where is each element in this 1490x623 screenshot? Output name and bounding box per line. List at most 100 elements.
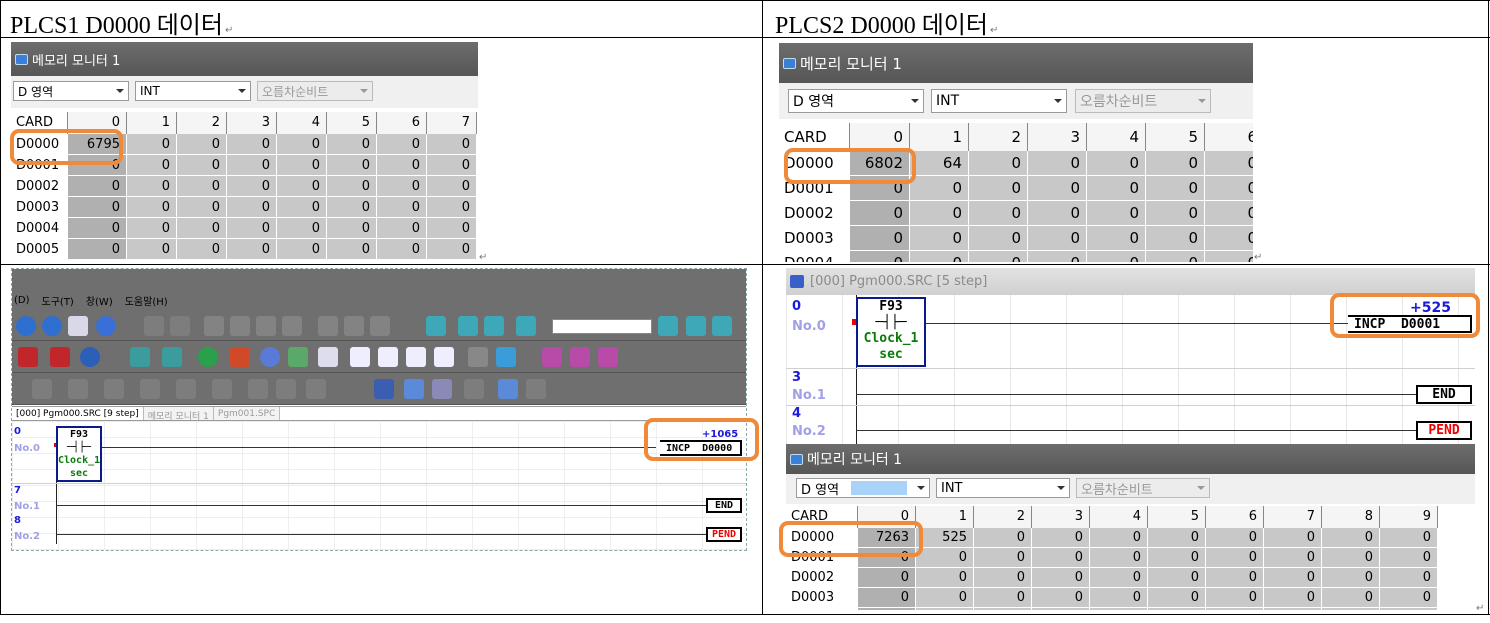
- memory-cell[interactable]: 0: [1087, 226, 1146, 251]
- area-select[interactable]: D 영역: [788, 89, 924, 113]
- ladder-tool-icon[interactable]: [104, 379, 124, 399]
- memory-cell[interactable]: 0: [1205, 226, 1253, 251]
- close-windows-icon[interactable]: [598, 347, 618, 367]
- memory-cell[interactable]: 0: [1264, 588, 1322, 608]
- memory-cell[interactable]: 0: [177, 197, 227, 218]
- memory-cell[interactable]: 0: [427, 239, 477, 260]
- memory-cell[interactable]: 0: [1090, 608, 1148, 610]
- menu-item-help[interactable]: 도움말(H): [125, 293, 168, 308]
- memory-cell[interactable]: 0: [227, 218, 277, 239]
- memory-cell[interactable]: 0: [127, 134, 177, 155]
- memory-cell[interactable]: 0: [1028, 251, 1087, 262]
- all-icon[interactable]: [516, 316, 536, 336]
- memory-cell[interactable]: 0: [377, 134, 427, 155]
- memory-cell[interactable]: 0: [1380, 568, 1438, 588]
- memory-cell[interactable]: 0: [974, 548, 1032, 568]
- memory-cell[interactable]: 0: [227, 176, 277, 197]
- menu-item-tools[interactable]: 도구(T): [42, 293, 74, 308]
- memory-cell[interactable]: 525: [916, 528, 974, 548]
- order-select[interactable]: 오름차순비트: [1076, 478, 1210, 498]
- memory-cell[interactable]: 0: [910, 201, 969, 226]
- memory-cell[interactable]: 0: [277, 197, 327, 218]
- memory-cell[interactable]: 0: [969, 226, 1028, 251]
- memory-cell[interactable]: 0: [1264, 608, 1322, 610]
- memory-cell[interactable]: 0: [377, 218, 427, 239]
- memory-cell[interactable]: 0: [1206, 528, 1264, 548]
- memory-cell[interactable]: 0: [68, 239, 127, 260]
- memory-cell[interactable]: 0: [427, 134, 477, 155]
- redo-icon[interactable]: [170, 316, 190, 336]
- memory-cell[interactable]: 0: [277, 134, 327, 155]
- end-instruction[interactable]: END: [706, 498, 742, 513]
- memory-cell[interactable]: 0: [177, 176, 227, 197]
- memory-cell[interactable]: 0: [127, 197, 177, 218]
- tab-memory-monitor[interactable]: 메모리 모니터 1: [143, 407, 214, 422]
- memory-cell[interactable]: 0: [916, 608, 974, 610]
- memory-cell[interactable]: 0: [910, 176, 969, 201]
- ladder-tool-icon[interactable]: [68, 379, 88, 399]
- memory-cell[interactable]: 0: [974, 608, 1032, 610]
- memory-cell[interactable]: 0: [1087, 176, 1146, 201]
- cut-icon[interactable]: [204, 316, 224, 336]
- breakpoint-icon[interactable]: [498, 379, 518, 399]
- memory-cell[interactable]: 0: [1322, 608, 1380, 610]
- print-icon[interactable]: [68, 316, 88, 336]
- monitor-icon[interactable]: [658, 316, 678, 336]
- memory-cell[interactable]: 0: [68, 176, 127, 197]
- memory-cell[interactable]: 0: [427, 218, 477, 239]
- end-instruction[interactable]: END: [1416, 385, 1472, 404]
- back-icon[interactable]: [16, 316, 36, 336]
- memory-cell[interactable]: 0: [427, 197, 477, 218]
- document-icon[interactable]: [350, 347, 370, 367]
- globe-icon[interactable]: [80, 347, 100, 367]
- memory-cell[interactable]: 0: [227, 197, 277, 218]
- memory-cell[interactable]: 0: [327, 197, 377, 218]
- memory-cell[interactable]: 0: [1146, 226, 1205, 251]
- ladder-tool-icon[interactable]: [140, 379, 160, 399]
- memory-cell[interactable]: 0: [1090, 588, 1148, 608]
- shuffle-icon[interactable]: [198, 347, 218, 367]
- memory-cell[interactable]: 0: [1322, 568, 1380, 588]
- memory-cell[interactable]: 0: [916, 548, 974, 568]
- memory-cell[interactable]: 0: [1205, 251, 1253, 262]
- memory-cell[interactable]: 0: [1206, 568, 1264, 588]
- memory-cell[interactable]: 0: [1264, 548, 1322, 568]
- memory-cell[interactable]: 0: [327, 239, 377, 260]
- memory-cell[interactable]: 0: [850, 201, 910, 226]
- memory-cell[interactable]: 0: [916, 568, 974, 588]
- memory-cell[interactable]: 0: [916, 588, 974, 608]
- ladder-tool-icon[interactable]: [248, 379, 268, 399]
- memory-cell[interactable]: 0: [1028, 151, 1087, 176]
- stop-icon[interactable]: [230, 347, 250, 367]
- memory-cell[interactable]: 0: [1380, 548, 1438, 568]
- read-plc-icon[interactable]: [458, 316, 478, 336]
- transfer-icon[interactable]: [130, 347, 150, 367]
- ladder-tool-icon[interactable]: [306, 379, 326, 399]
- write-plc-icon[interactable]: [484, 316, 504, 336]
- memory-cell[interactable]: 0: [1322, 528, 1380, 548]
- memory-cell[interactable]: 0: [969, 151, 1028, 176]
- memory-cell[interactable]: 0: [277, 218, 327, 239]
- memory-cell[interactable]: 0: [1148, 548, 1206, 568]
- memory-cell[interactable]: 0: [1264, 528, 1322, 548]
- memory-cell[interactable]: 0: [1090, 568, 1148, 588]
- tab-pgm000[interactable]: [000] Pgm000.SRC [9 step]: [12, 407, 144, 420]
- memory-cell[interactable]: 0: [177, 218, 227, 239]
- memory-cell[interactable]: 0: [1028, 226, 1087, 251]
- edit-icon[interactable]: [282, 316, 302, 336]
- memory-cell[interactable]: 0: [974, 588, 1032, 608]
- undo-icon[interactable]: [144, 316, 164, 336]
- memory-cell[interactable]: 0: [1032, 528, 1090, 548]
- memory-cell[interactable]: 0: [1032, 588, 1090, 608]
- monitor-run-icon[interactable]: [686, 316, 706, 336]
- memory-cell[interactable]: 0: [1146, 151, 1205, 176]
- memory-cell[interactable]: 0: [1380, 528, 1438, 548]
- memory-cell[interactable]: 0: [227, 134, 277, 155]
- memory-cell[interactable]: 0: [68, 218, 127, 239]
- memory-cell[interactable]: 0: [1090, 548, 1148, 568]
- memory-cell[interactable]: 0: [427, 155, 477, 176]
- memory-cell[interactable]: 0: [1380, 608, 1438, 610]
- memory-cell[interactable]: 0: [850, 226, 910, 251]
- ladder-tool-icon[interactable]: [176, 379, 196, 399]
- type-select[interactable]: INT: [936, 478, 1070, 498]
